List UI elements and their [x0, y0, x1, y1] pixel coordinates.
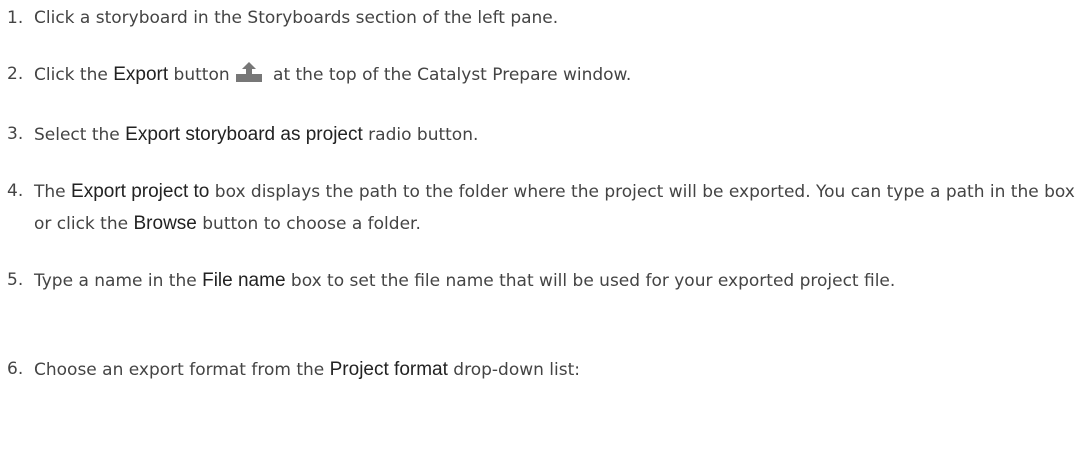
step-5: 5. Type a name in the File name box to s…: [7, 265, 1082, 297]
step-text-segment: button to choose a folder.: [196, 214, 421, 234]
step-text-segment: Select the: [34, 125, 126, 145]
step-text-segment: radio button.: [362, 125, 479, 145]
ui-term-export: Export: [113, 64, 169, 85]
step-6: 6. Choose an export format from the Proj…: [7, 354, 1082, 386]
step-text: Choose an export format from the Project…: [34, 354, 1082, 386]
step-number: 2.: [7, 64, 24, 84]
ui-term-file-name: File name: [202, 270, 286, 291]
step-number: 5.: [7, 270, 24, 290]
step-text-segment: Type a name in the: [34, 271, 203, 291]
step-text-segment: Click the: [34, 65, 114, 85]
ui-term-project-format: Project format: [329, 359, 448, 380]
step-2: 2. Click the Export button at the top of…: [7, 59, 1082, 91]
step-text: Type a name in the File name box to set …: [34, 265, 1082, 297]
step-number: 1.: [7, 8, 24, 28]
instruction-steps: 1. Click a storyboard in the Storyboards…: [0, 0, 1087, 449]
step-text: Select the Export storyboard as project …: [34, 119, 1082, 151]
step-number: 6.: [7, 359, 24, 379]
step-number: 4.: [7, 181, 24, 201]
step-number: 3.: [7, 124, 24, 144]
step-text-segment: The: [34, 182, 72, 202]
step-1: 1. Click a storyboard in the Storyboards…: [7, 3, 1082, 34]
step-text-segment: Click a storyboard in the Storyboards se…: [34, 8, 559, 28]
step-3: 3. Select the Export storyboard as proje…: [7, 119, 1082, 151]
step-4: 4. The Export project to box displays th…: [7, 176, 1082, 240]
step-text-segment: Choose an export format from the: [34, 360, 330, 380]
step-text: Click a storyboard in the Storyboards se…: [34, 3, 1082, 34]
export-icon: [235, 62, 262, 82]
step-text-segment: drop-down list:: [447, 360, 580, 380]
step-text: Click the Export button at the top of th…: [34, 59, 1082, 91]
ui-term-export-storyboard-as-project: Export storyboard as project: [125, 124, 363, 145]
ui-term-export-project-to: Export project to: [71, 181, 210, 202]
step-text-segment: at the top of the Catalyst Prepare windo…: [267, 65, 632, 85]
step-text-segment: box to set the file name that will be us…: [285, 271, 896, 291]
step-text-segment: button: [168, 65, 230, 85]
ui-term-browse: Browse: [133, 213, 197, 234]
step-text: The Export project to box displays the p…: [34, 176, 1082, 240]
